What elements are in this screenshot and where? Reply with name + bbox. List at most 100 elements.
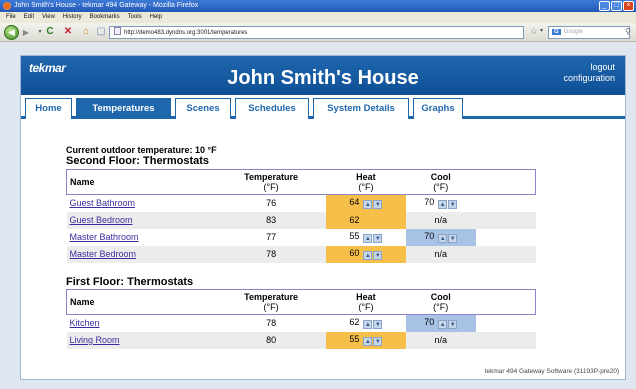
stop-icon[interactable]: ✕ (62, 26, 74, 38)
temperature-value: 83 (216, 211, 326, 229)
heat-setpoint: 60 ▲ ▼ (326, 245, 406, 263)
temperature-value: 80 (216, 331, 326, 349)
tab-scenes[interactable]: Scenes (175, 98, 231, 119)
section-title-first-floor: First Floor: Thermostats (66, 276, 194, 288)
increase-cool-icon[interactable]: ▲ (438, 200, 448, 210)
decrease-cool-icon[interactable]: ▼ (448, 200, 458, 210)
logout-link[interactable]: logout (563, 62, 615, 73)
menu-view[interactable]: View (42, 12, 55, 23)
tab-home[interactable]: Home (25, 98, 72, 119)
header-links: logout configuration (563, 62, 615, 84)
column-name: Name (66, 289, 217, 315)
menu-bookmarks[interactable]: Bookmarks (90, 12, 120, 23)
close-icon[interactable]: × (623, 1, 634, 11)
section-title-second-floor: Second Floor: Thermostats (66, 155, 210, 167)
search-input[interactable]: G Google (548, 26, 630, 39)
tab-system-details[interactable]: System Details (313, 98, 409, 119)
thermostat-link[interactable]: Guest Bedroom (70, 215, 133, 225)
page-icon (114, 27, 121, 35)
page-title: John Smith's House (227, 67, 419, 89)
increase-heat-icon[interactable]: ▲ (363, 200, 373, 210)
column-cool: Cool (°F) (405, 289, 476, 315)
thermostat-link[interactable]: Living Room (70, 335, 120, 345)
column-heat: Heat (°F) (325, 289, 406, 315)
configuration-link[interactable]: configuration (563, 73, 615, 84)
heat-setpoint: 55 ▲ ▼ (325, 331, 406, 349)
cool-setpoint: 70 ▲ ▼ (424, 197, 458, 210)
menu-file[interactable]: File (6, 12, 16, 23)
table-header: Name Temperature (°F) Heat (°F) Cool (°F) (66, 289, 536, 315)
thermostat-link[interactable]: Master Bathroom (70, 232, 139, 242)
decrease-cool-icon[interactable]: ▼ (448, 320, 458, 330)
tab-temperatures[interactable]: Temperatures (76, 98, 171, 119)
address-text: http://demo483.dyndns.org:3001/temperatu… (124, 30, 248, 36)
site-header: tekmar John Smith's House logout configu… (21, 56, 625, 95)
heat-setpoint: 62 ▲ ▼ (349, 317, 383, 330)
column-cool: Cool (°F) (405, 169, 476, 195)
table-row: Kitchen 78 62 ▲ ▼ 70 ▲ ▼ (67, 314, 536, 332)
table-row: Master Bedroom 78 60 ▲ ▼ n/a (66, 245, 536, 263)
temperature-value: 77 (266, 232, 277, 242)
bookmark-star-icon[interactable]: ☆ (530, 26, 538, 37)
decrease-cool-icon[interactable]: ▼ (448, 234, 458, 243)
search-icon[interactable]: ⚲ (625, 27, 631, 36)
url-dropdown-icon[interactable]: ▾ (540, 27, 543, 34)
decrease-heat-icon[interactable]: ▼ (373, 200, 383, 210)
web-page: tekmar John Smith's House logout configu… (20, 55, 626, 380)
thermostat-link[interactable]: Master Bedroom (70, 249, 137, 259)
increase-heat-icon[interactable]: ▲ (363, 234, 373, 243)
bookmark-page-icon[interactable]: ▢ (95, 26, 107, 38)
increase-heat-icon[interactable]: ▲ (363, 337, 373, 346)
maximize-icon[interactable]: □ (611, 1, 622, 11)
forward-icon[interactable]: ▶ (20, 27, 32, 38)
cool-setpoint: 70 ▲ ▼ (405, 228, 476, 246)
outdoor-temperature: Current outdoor temperature: 10 °F (66, 145, 217, 155)
menu-edit[interactable]: Edit (24, 12, 34, 23)
menu-history[interactable]: History (63, 12, 82, 23)
decrease-heat-icon[interactable]: ▼ (373, 234, 383, 243)
menu-help[interactable]: Help (150, 12, 162, 23)
column-name: Name (66, 169, 217, 195)
column-temperature: Temperature (°F) (216, 169, 326, 195)
address-bar[interactable]: http://demo483.dyndns.org:3001/temperatu… (109, 26, 524, 39)
main-tabs: Home Temperatures Scenes Schedules Syste… (21, 95, 625, 119)
tab-graphs[interactable]: Graphs (413, 98, 463, 119)
heat-setpoint: 64 ▲ ▼ (326, 194, 406, 212)
cool-setpoint: n/a (405, 245, 476, 263)
heat-setpoint: 62 (326, 211, 406, 229)
thermostat-link[interactable]: Guest Bathroom (70, 198, 136, 208)
table-row: Master Bathroom 77 55 ▲ ▼ 70 ▲ ▼ (67, 228, 536, 246)
temperature-value: 78 (216, 245, 326, 263)
back-icon[interactable]: ◀ (4, 25, 19, 40)
window-controls: _ □ × (599, 1, 634, 11)
search-placeholder: Google (563, 29, 584, 35)
window-title-bar: John Smith's House - tekmar 494 Gateway … (0, 0, 636, 12)
increase-heat-icon[interactable]: ▲ (363, 320, 373, 330)
footer-text: tekmar 494 Gateway Software (31193P-pre2… (484, 368, 619, 375)
temperature-value: 76 (266, 198, 277, 209)
decrease-heat-icon[interactable]: ▼ (373, 251, 383, 260)
temperature-value: 78 (266, 318, 277, 329)
tab-schedules[interactable]: Schedules (235, 98, 309, 119)
thermostat-link[interactable]: Kitchen (70, 318, 100, 328)
table-row: Guest Bathroom 76 64 ▲ ▼ 70 ▲ ▼ (67, 194, 536, 212)
menu-bar: File Edit View History Bookmarks Tools H… (0, 12, 636, 23)
increase-cool-icon[interactable]: ▲ (438, 234, 448, 243)
column-heat: Heat (°F) (326, 169, 406, 195)
thermostat-table-second-floor: Name Temperature (°F) Heat (°F) Cool (°F) G… (66, 169, 536, 263)
cool-setpoint: 70 ▲ ▼ (405, 314, 476, 332)
search-engine-icon[interactable]: G (552, 29, 561, 35)
reload-icon[interactable]: C (44, 26, 56, 38)
increase-cool-icon[interactable]: ▲ (438, 320, 448, 330)
decrease-heat-icon[interactable]: ▼ (373, 320, 383, 330)
table-header: Name Temperature (°F) Heat (°F) Cool (°F) (66, 169, 536, 195)
heat-setpoint: 55 ▲ ▼ (349, 231, 383, 243)
menu-tools[interactable]: Tools (128, 12, 142, 23)
decrease-heat-icon[interactable]: ▼ (373, 337, 383, 346)
home-icon[interactable]: ⌂ (80, 26, 92, 38)
increase-heat-icon[interactable]: ▲ (363, 251, 373, 260)
navigation-toolbar: ◀ ▶ ▾ C ✕ ⌂ ▢ http://demo483.dyndns.org:… (0, 23, 636, 42)
minimize-icon[interactable]: _ (599, 1, 610, 11)
cool-setpoint: n/a (405, 211, 476, 229)
table-row: Guest Bedroom 83 62 n/a (66, 211, 536, 229)
